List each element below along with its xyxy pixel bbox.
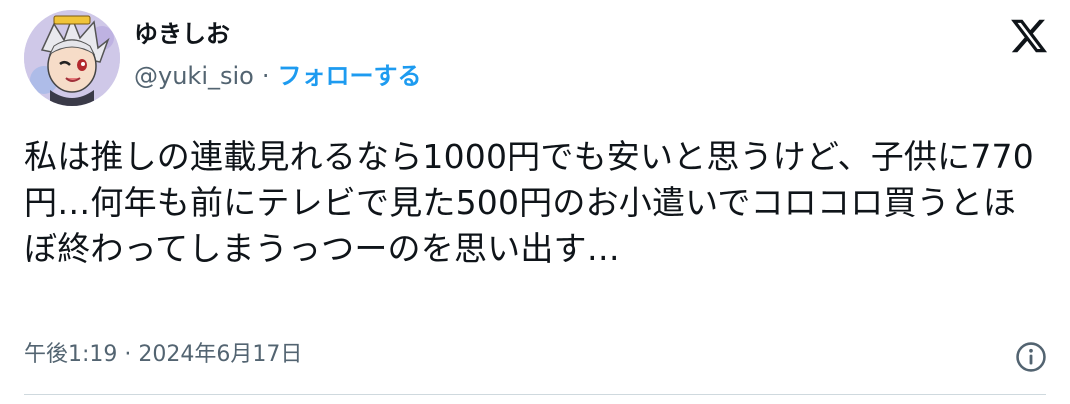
- follow-button[interactable]: フォローする: [277, 62, 421, 90]
- x-logo-icon[interactable]: [1008, 16, 1050, 56]
- display-name[interactable]: ゆきしお: [134, 18, 230, 50]
- avatar[interactable]: [24, 10, 120, 106]
- separator-dot: ·: [261, 62, 270, 90]
- info-icon[interactable]: [1014, 340, 1048, 374]
- user-handle[interactable]: @yuki_sio: [134, 62, 254, 90]
- tweet-text: 私は推しの連載見れるなら1000円でも安いと思うけど、子供に770円…何年も前に…: [24, 137, 1034, 268]
- embedded-tweet: ゆきしお @yuki_sio · フォローする 私は推しの連載見れるなら1000円で…: [0, 0, 1070, 404]
- handle-row: @yuki_sio · フォローする: [134, 60, 421, 92]
- tweet-timestamp[interactable]: 午後1:19 · 2024年6月17日: [24, 340, 302, 370]
- divider: [24, 394, 1046, 395]
- user-avatar-icon: [24, 10, 120, 106]
